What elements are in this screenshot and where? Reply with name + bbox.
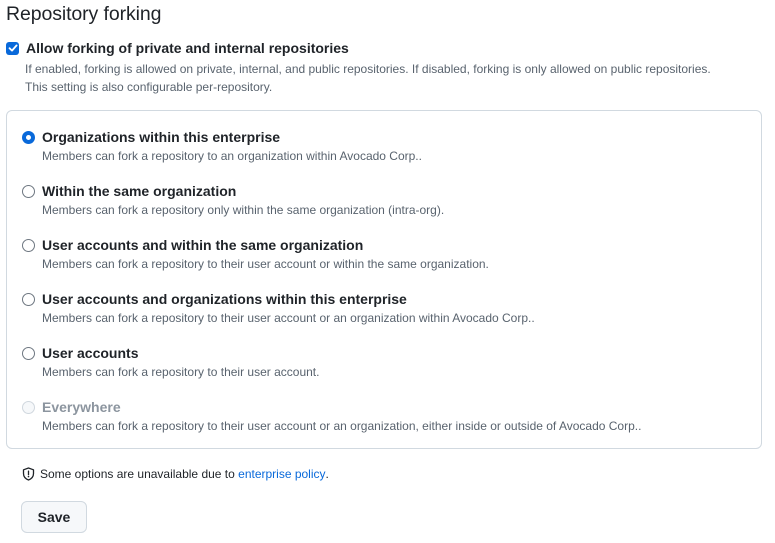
checkmark-icon <box>8 44 17 52</box>
fork-option-description: Members can fork a repository to their u… <box>42 419 642 433</box>
save-button[interactable]: Save <box>21 501 87 533</box>
fork-option-same-organization[interactable]: Within the same organization Members can… <box>22 183 444 217</box>
fork-option-label[interactable]: User accounts and within the same organi… <box>42 237 363 253</box>
fork-option-radio[interactable] <box>22 130 35 144</box>
fork-option-label[interactable]: User accounts and organizations within t… <box>42 291 407 307</box>
fork-option-radio[interactable] <box>22 238 35 252</box>
fork-option-user-accounts-and-same-organization[interactable]: User accounts and within the same organi… <box>22 237 489 271</box>
fork-option-description: Members can fork a repository to their u… <box>42 311 535 325</box>
fork-option-description: Members can fork a repository to their u… <box>42 365 320 379</box>
policy-notice-text: Some options are unavailable due to <box>40 467 239 481</box>
fork-option-description: Members can fork a repository only withi… <box>42 203 445 217</box>
allow-forking-label[interactable]: Allow forking of private and internal re… <box>26 40 349 56</box>
section-title: Repository forking <box>6 3 162 25</box>
fork-option-everywhere: Everywhere Members can fork a repository… <box>22 399 641 433</box>
fork-policy-options-box: Organizations within this enterprise Mem… <box>6 110 762 449</box>
shield-icon <box>22 467 35 481</box>
fork-option-description: Members can fork a repository to their u… <box>42 257 489 271</box>
fork-option-label: Everywhere <box>42 399 121 415</box>
fork-option-radio[interactable] <box>22 184 35 198</box>
enterprise-policy-link[interactable]: enterprise policy <box>238 467 325 481</box>
policy-notice-suffix: . <box>325 467 329 481</box>
allow-forking-description: If enabled, forking is allowed on privat… <box>25 60 770 96</box>
allow-forking-row[interactable]: Allow forking of private and internal re… <box>6 40 349 56</box>
fork-option-radio <box>22 400 35 414</box>
fork-option-user-accounts[interactable]: User accounts Members can fork a reposit… <box>22 345 319 379</box>
allow-forking-description-line-2: This setting is also configurable per-re… <box>25 80 273 94</box>
allow-forking-description-line-1: If enabled, forking is allowed on privat… <box>25 62 711 76</box>
fork-option-label[interactable]: User accounts <box>42 345 138 361</box>
allow-forking-checkbox[interactable] <box>6 41 19 55</box>
fork-option-label[interactable]: Within the same organization <box>42 183 236 199</box>
policy-notice: Some options are unavailable due to ente… <box>22 467 329 481</box>
fork-option-user-accounts-and-organizations[interactable]: User accounts and organizations within t… <box>22 291 535 325</box>
fork-option-description: Members can fork a repository to an orga… <box>42 149 422 163</box>
fork-option-radio[interactable] <box>22 292 35 306</box>
fork-option-radio[interactable] <box>22 346 35 360</box>
fork-option-label[interactable]: Organizations within this enterprise <box>42 129 280 145</box>
fork-option-organizations-within-enterprise[interactable]: Organizations within this enterprise Mem… <box>22 129 422 163</box>
